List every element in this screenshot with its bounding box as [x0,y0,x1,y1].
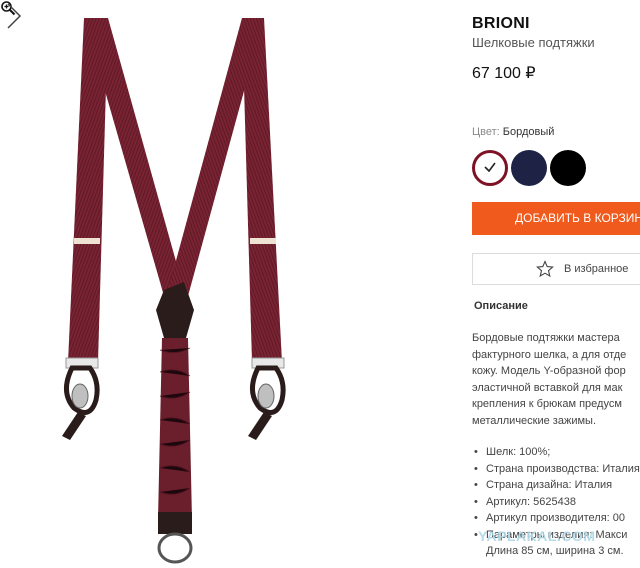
spec-item: • Шелк: 100%; [474,446,551,458]
swatch-black[interactable] [550,150,586,186]
suspenders-image [62,18,286,564]
add-to-favorites-button[interactable]: В избранное [472,253,640,285]
spec-text: Артикул: 5625438 [486,495,576,508]
star-icon [536,260,554,278]
spec-item: • Страна дизайна: Италия [474,479,613,491]
spec-item: • Страна производства: Италия [474,462,640,475]
product-title: Шелковые подтяжки [472,35,595,50]
favorites-label: В избранное [564,263,629,275]
description-line: Бордовые подтяжки мастера [472,332,620,344]
swatch-navy[interactable] [511,150,547,186]
color-value: Бордовый [502,126,555,138]
swatch-burgundy[interactable] [472,150,508,186]
site-watermark: YAPLAKAL.COM [478,528,596,544]
color-swatches [472,150,640,186]
add-to-cart-button[interactable]: ДОБАВИТЬ В КОРЗИНУ [472,202,640,235]
spec-text: Артикул производителя: 00 [486,512,625,524]
spec-continuation: Длина 85 см, ширина 3 см. [486,545,624,557]
product-price: 67 100 ₽ [472,65,536,82]
spec-text: Шелк: 100%; [486,446,551,458]
brand-name[interactable]: BRIONI [472,15,530,33]
description-line: крепления к брюкам предусм [472,398,622,410]
description-text: Бордовые подтяжки мастера фактурного шел… [472,330,640,429]
description-line: эластичной вставкой для мак [472,381,623,394]
product-info-panel: BRIONI Шелковые подтяжки 67 100 ₽ Цвет: … [472,0,640,568]
description-title: Описание [474,300,528,312]
color-label-prefix: Цвет: [472,126,500,138]
spec-text: Страна производства: Италия [486,462,640,475]
product-image-gallery[interactable] [0,0,440,568]
spec-item: • Артикул: 5625438 [474,495,576,508]
description-line: металлические зажимы. [472,414,596,427]
color-label: Цвет: Бордовый [472,126,554,138]
description-line: фактурного шелка, а для отде [472,348,627,361]
spec-item: • Артикул производителя: 00 [474,512,625,524]
checkmark-icon [484,162,496,173]
spec-text: Страна дизайна: Италия [486,479,613,491]
description-line: кожу. Модель Y-образной фор [472,365,626,377]
chevron-right-icon[interactable] [0,0,24,32]
